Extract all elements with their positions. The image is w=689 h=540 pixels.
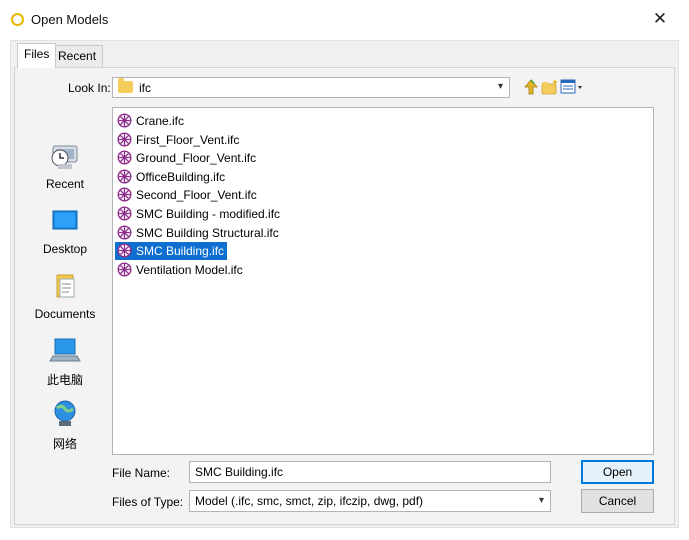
file-name: Ground_Floor_Vent.ifc xyxy=(136,151,257,166)
title-bar: Open Models ✕ xyxy=(0,0,689,40)
place-label: 网络 xyxy=(52,437,77,451)
ifc-file-icon xyxy=(117,225,132,240)
file-list[interactable]: Crane.ifc First_Floor_Vent.ifc Ground_Floo… xyxy=(112,107,654,455)
file-name: Crane.ifc xyxy=(136,114,185,128)
ifc-file-icon xyxy=(117,169,132,184)
ifc-file-icon xyxy=(117,150,132,165)
place-label: Documents xyxy=(34,307,96,321)
close-icon[interactable]: ✕ xyxy=(651,9,669,29)
look-in-value: ifc xyxy=(139,81,151,95)
desktop-icon xyxy=(52,210,78,230)
files-of-type-select[interactable]: Model (.ifc, smc, smct, zip, ifczip, dwg… xyxy=(189,490,551,512)
list-item[interactable]: Ground_Floor_Vent.ifc xyxy=(115,149,259,167)
place-recent[interactable]: Recent xyxy=(20,140,110,191)
list-item[interactable]: Ventilation Model.ifc xyxy=(115,261,246,279)
list-item[interactable]: SMC Building - modified.ifc xyxy=(115,205,283,223)
tab-content: Look In: ifc ▾ Recent Desktop Documents … xyxy=(14,67,675,525)
look-in-select[interactable]: ifc ▾ xyxy=(112,77,510,98)
place-label: 此电脑 xyxy=(46,373,83,387)
network-icon xyxy=(54,400,76,426)
files-of-type-value: Model (.ifc, smc, smct, zip, ifczip, dwg… xyxy=(195,494,424,508)
file-name: First_Floor_Vent.ifc xyxy=(136,132,240,147)
place-label: Desktop xyxy=(42,242,88,256)
place-desktop[interactable]: Desktop xyxy=(20,205,110,256)
list-item[interactable]: SMC Building Structural.ifc xyxy=(115,224,282,242)
chevron-down-icon: ▾ xyxy=(538,495,544,506)
file-name: Ventilation Model.ifc xyxy=(136,262,243,277)
file-name: Second_Floor_Vent.ifc xyxy=(136,188,257,203)
cancel-button[interactable]: Cancel xyxy=(581,489,654,513)
ifc-file-icon xyxy=(117,206,132,221)
ifc-file-icon xyxy=(117,132,132,147)
dialog-panel: Files Recent Look In: ifc ▾ Recent Deskt… xyxy=(10,40,679,528)
look-in-label: Look In: xyxy=(68,81,111,95)
window-title: Open Models xyxy=(31,12,109,27)
list-item[interactable]: Second_Floor_Vent.ifc xyxy=(115,186,260,204)
recent-places-icon xyxy=(51,145,78,169)
file-name: SMC Building Structural.ifc xyxy=(136,225,279,240)
place-this-pc[interactable]: 此电脑 xyxy=(20,334,110,388)
place-documents[interactable]: Documents xyxy=(20,270,110,321)
file-name: SMC Building - modified.ifc xyxy=(136,207,281,221)
app-icon xyxy=(11,13,24,26)
ifc-file-icon xyxy=(117,243,132,258)
place-network[interactable]: 网络 xyxy=(20,398,110,452)
files-of-type-label: Files of Type: xyxy=(112,495,184,509)
ifc-file-icon xyxy=(117,187,132,202)
tab-files[interactable]: Files xyxy=(17,43,57,68)
file-name: SMC Building.ifc xyxy=(136,244,225,259)
view-menu-icon[interactable] xyxy=(560,78,584,96)
tab-recent[interactable]: Recent xyxy=(51,45,104,67)
chevron-down-icon: ▾ xyxy=(497,81,503,92)
up-one-level-icon[interactable] xyxy=(522,78,540,96)
file-name-label: File Name: xyxy=(112,466,171,480)
folder-icon xyxy=(118,78,133,93)
new-folder-icon[interactable] xyxy=(541,78,559,96)
this-pc-icon xyxy=(49,338,81,362)
list-item[interactable]: SMC Building.ifc xyxy=(115,242,228,261)
list-item[interactable]: First_Floor_Vent.ifc xyxy=(115,131,242,149)
list-item[interactable]: Crane.ifc xyxy=(115,112,187,130)
open-button[interactable]: Open xyxy=(581,460,654,484)
ifc-file-icon xyxy=(117,262,132,277)
ifc-file-icon xyxy=(117,113,132,128)
file-name-input[interactable] xyxy=(189,461,551,483)
place-label: Recent xyxy=(45,177,85,191)
list-item[interactable]: OfficeBuilding.ifc xyxy=(115,168,228,186)
file-name: OfficeBuilding.ifc xyxy=(136,169,226,184)
documents-icon xyxy=(56,274,75,298)
